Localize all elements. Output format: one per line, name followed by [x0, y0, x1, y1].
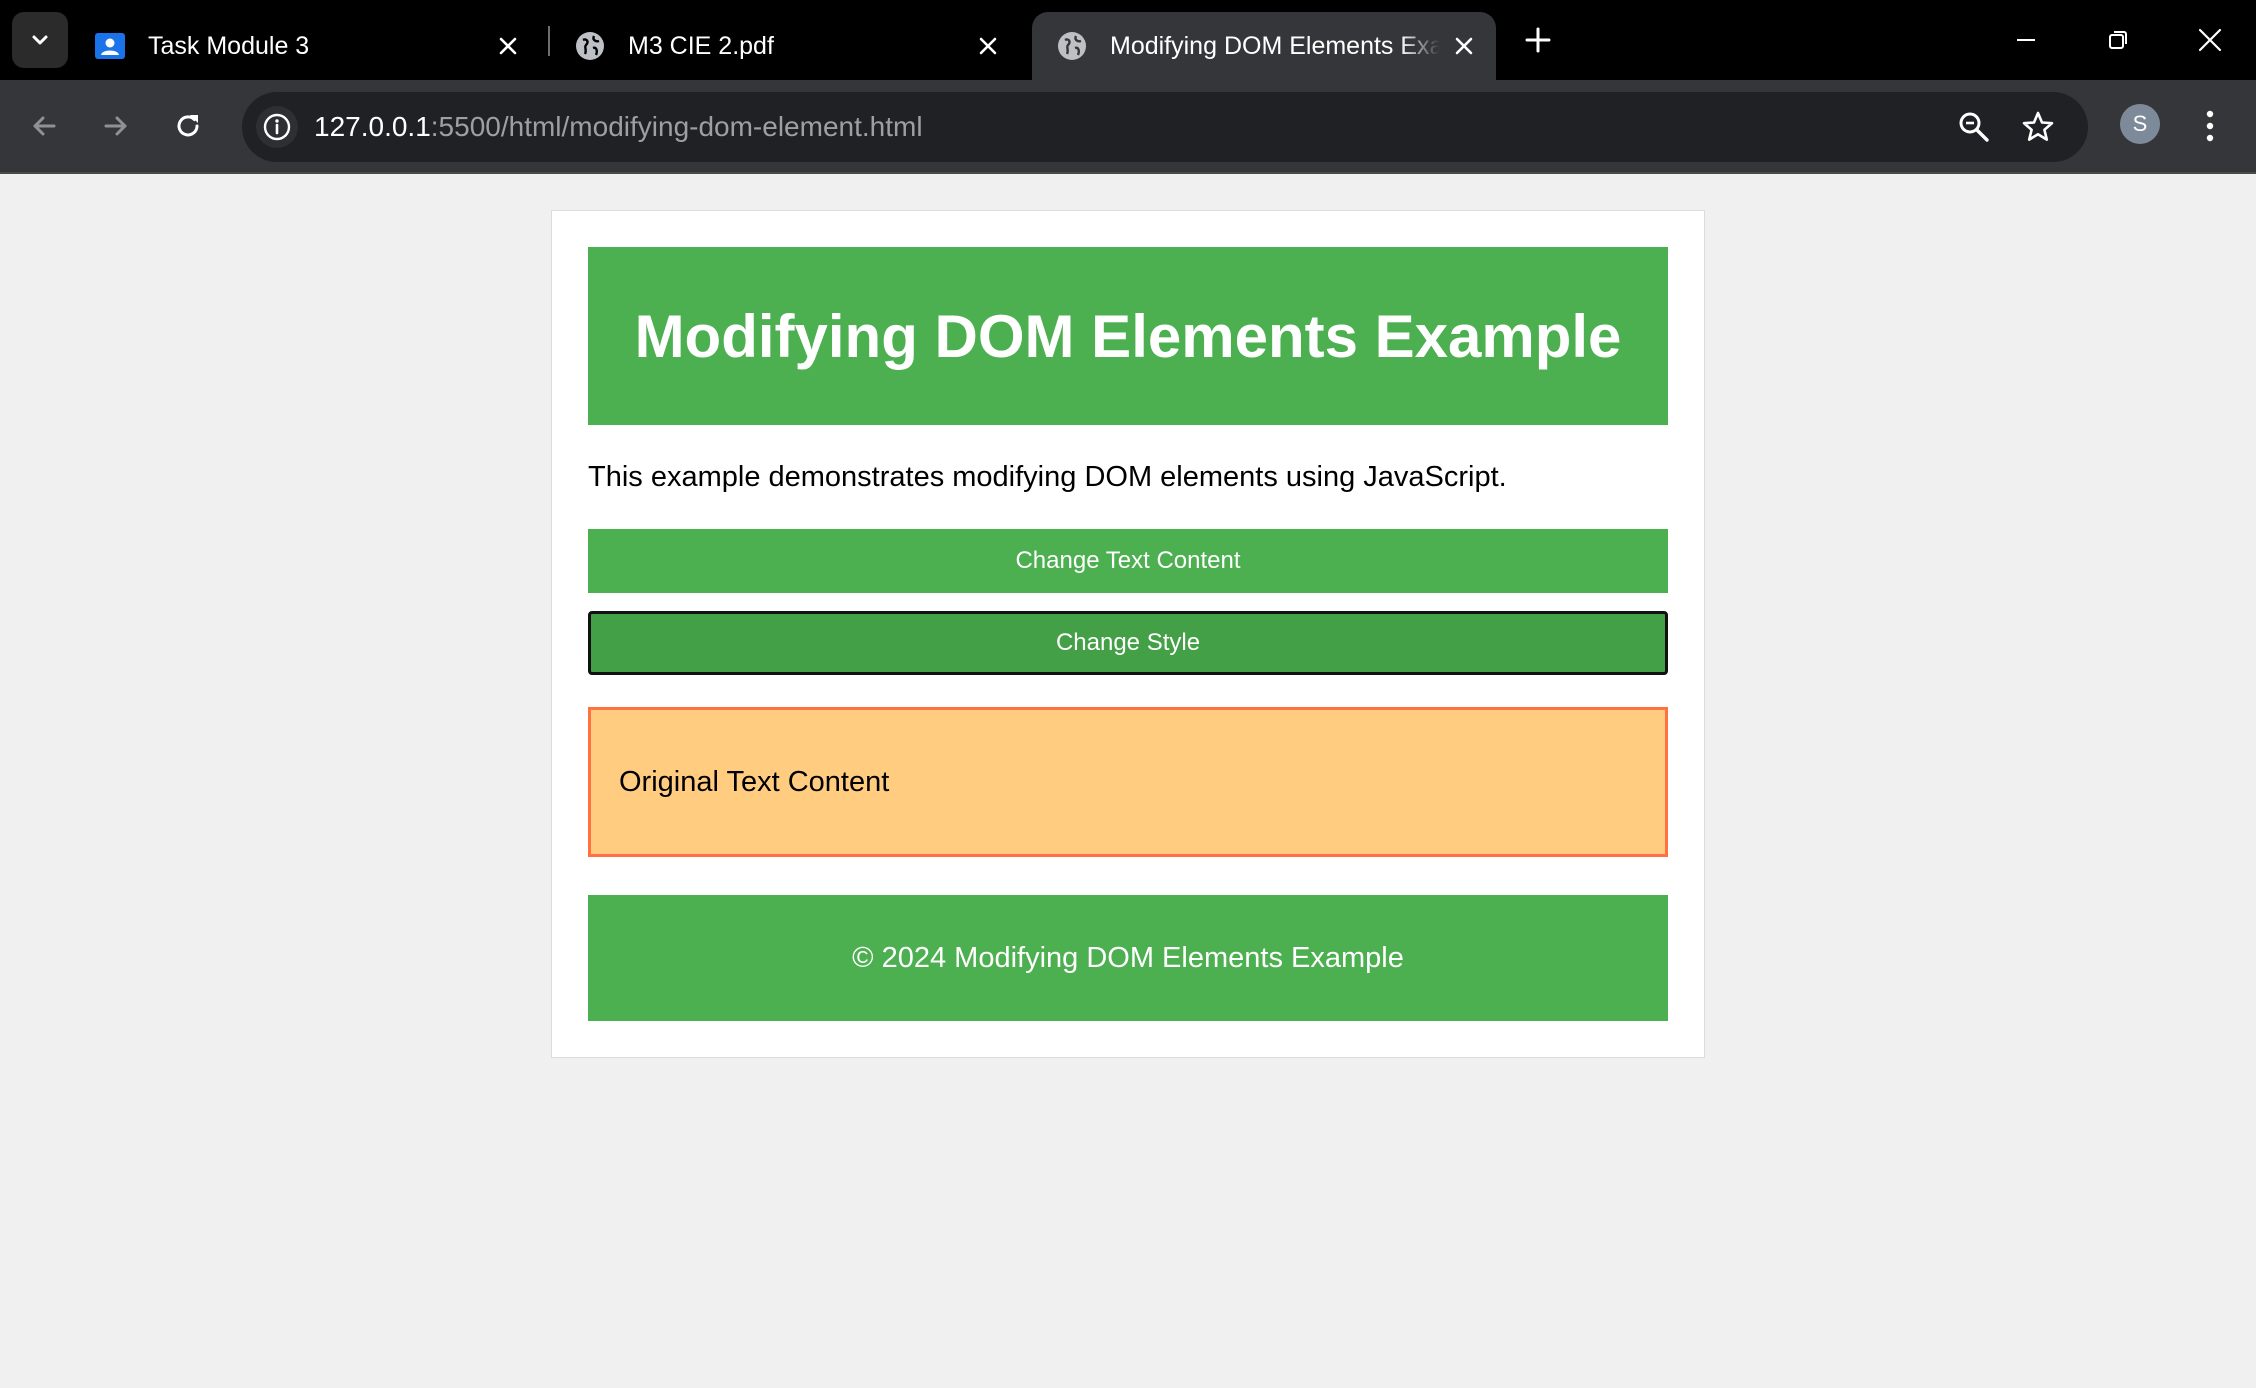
back-button[interactable] — [20, 102, 68, 150]
info-icon — [263, 113, 291, 141]
classroom-icon — [95, 33, 125, 59]
url-text[interactable]: 127.0.0.1:5500/html/modifying-dom-elemen… — [314, 92, 923, 162]
tab-title: Modifying DOM Elements Example — [1110, 31, 1440, 60]
minimize-icon — [2017, 39, 2035, 41]
change-text-content-button[interactable]: Change Text Content — [588, 529, 1668, 593]
tab-title: Task Module 3 — [148, 31, 310, 60]
more-menu-icon[interactable] — [2196, 104, 2224, 148]
tab-title: M3 CIE 2.pdf — [628, 31, 774, 60]
chevron-down-icon — [32, 35, 48, 45]
tab-strip: Task Module 3 M3 CIE 2.pdf Modifying DOM… — [0, 0, 2256, 80]
target-text-box: Original Text Content — [588, 707, 1668, 857]
change-style-button[interactable]: Change Style — [588, 611, 1668, 675]
minimize-button[interactable] — [2002, 16, 2050, 64]
close-icon[interactable] — [494, 32, 522, 60]
reload-button[interactable] — [164, 102, 212, 150]
tab-task-module[interactable]: Task Module 3 — [70, 12, 540, 80]
url-path: :5500/html/modifying-dom-element.html — [430, 111, 923, 142]
address-bar[interactable]: 127.0.0.1:5500/html/modifying-dom-elemen… — [242, 92, 2088, 162]
restore-button[interactable] — [2094, 16, 2142, 64]
new-tab-plus-icon[interactable] — [1518, 20, 1558, 60]
globe-icon — [576, 32, 604, 60]
arrow-left-icon — [33, 116, 56, 136]
page-header: Modifying DOM Elements Example — [588, 247, 1668, 425]
content-container: Modifying DOM Elements Example This exam… — [551, 210, 1705, 1058]
close-icon[interactable] — [1450, 32, 1478, 60]
page-title: Modifying DOM Elements Example — [634, 302, 1622, 370]
close-icon — [2198, 28, 2222, 52]
page-footer: © 2024 Modifying DOM Elements Example — [588, 895, 1668, 1021]
page-viewport: Modifying DOM Elements Example This exam… — [0, 174, 2256, 1388]
forward-button[interactable] — [92, 102, 140, 150]
intro-paragraph: This example demonstrates modifying DOM … — [588, 461, 1507, 493]
arrow-right-icon — [104, 116, 127, 136]
tab-pdf[interactable]: M3 CIE 2.pdf — [550, 12, 1020, 80]
globe-icon — [1058, 32, 1086, 60]
close-window-button[interactable] — [2186, 16, 2234, 64]
url-host: 127.0.0.1 — [314, 111, 431, 142]
restore-icon — [2109, 31, 2127, 49]
browser-toolbar: 127.0.0.1:5500/html/modifying-dom-elemen… — [0, 80, 2256, 174]
bookmark-star-icon[interactable] — [2020, 109, 2056, 145]
zoom-icon[interactable] — [1956, 109, 1992, 145]
profile-avatar[interactable]: S — [2120, 104, 2160, 144]
tab-active-dom-example[interactable]: Modifying DOM Elements Example — [1032, 12, 1496, 80]
tab-search-button[interactable] — [12, 12, 68, 68]
reload-icon — [177, 115, 199, 137]
site-info-button[interactable] — [256, 106, 298, 148]
close-icon[interactable] — [974, 32, 1002, 60]
